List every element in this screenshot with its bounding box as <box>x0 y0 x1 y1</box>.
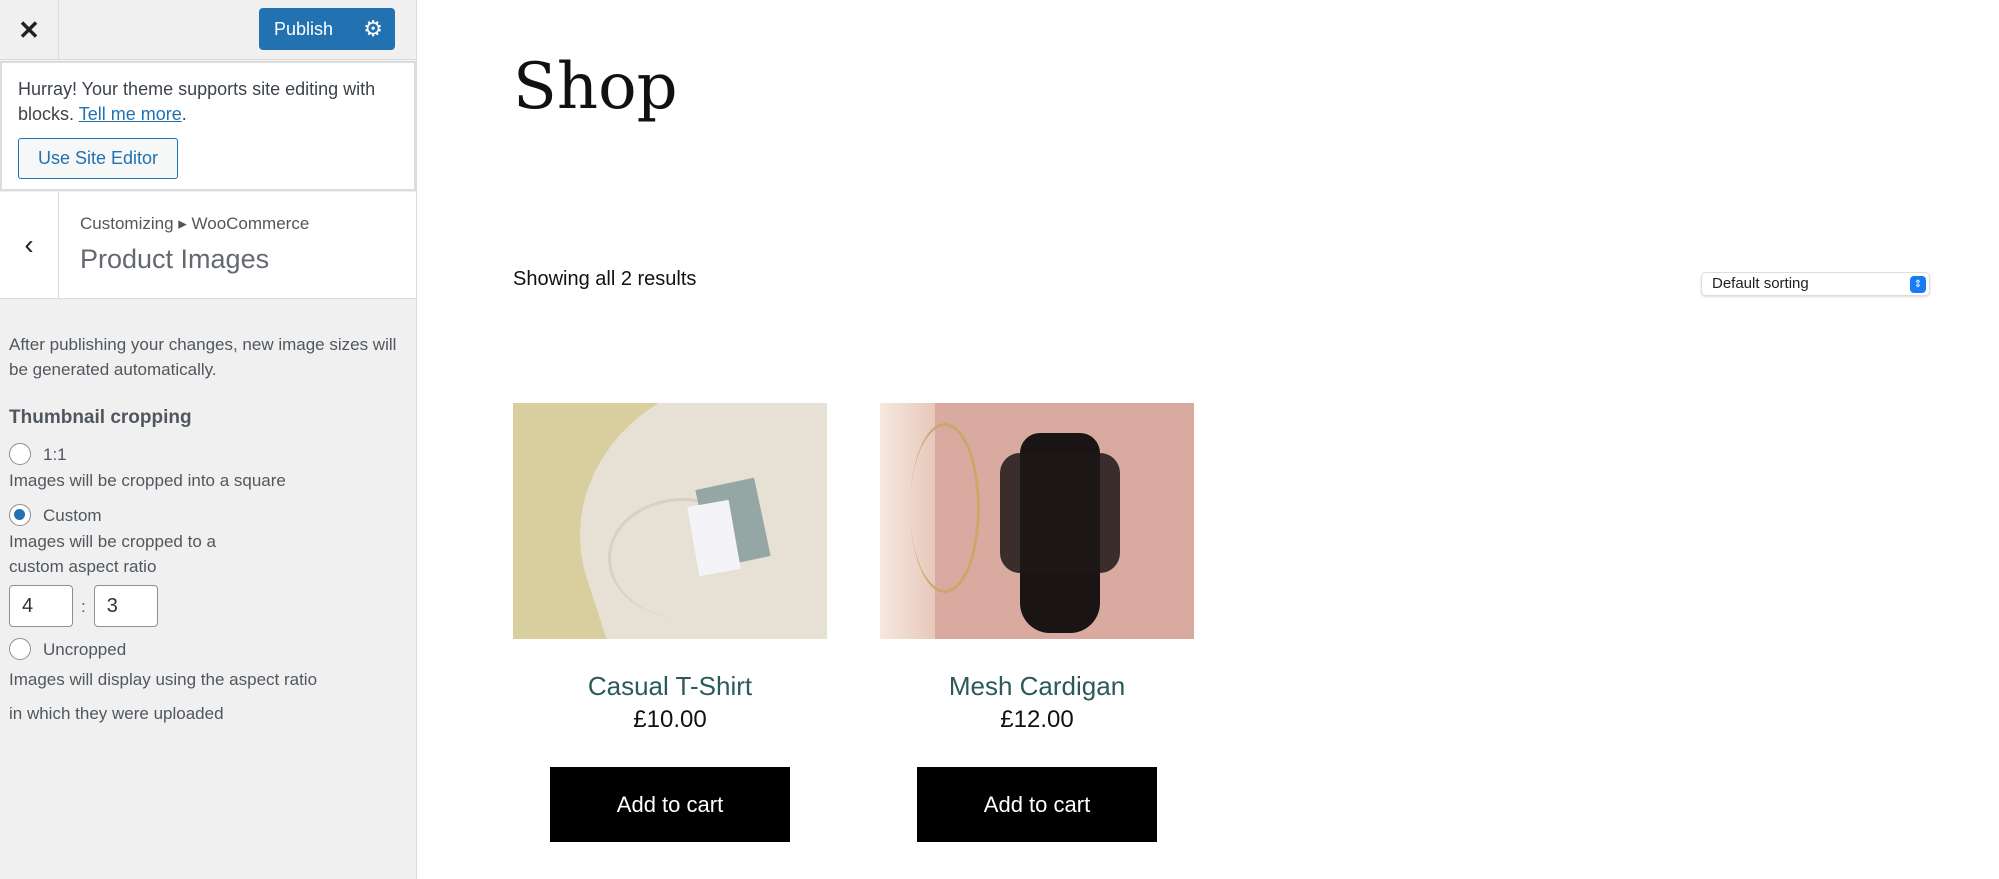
ratio-height-input[interactable] <box>93 585 158 627</box>
radio-custom[interactable]: Custom <box>9 501 409 529</box>
back-chevron-icon[interactable]: ‹ <box>0 192 59 298</box>
option-description: Images will be cropped into a square <box>9 471 286 490</box>
section-header: ‹ Customizing ▸ WooCommerce Product Imag… <box>0 192 416 299</box>
product-images-panel: After publishing your changes, new image… <box>9 332 409 731</box>
radio-button[interactable] <box>9 638 31 660</box>
product-price: £12.00 <box>1000 706 1074 733</box>
product-name[interactable]: Mesh Cardigan <box>880 671 1194 702</box>
product-name[interactable]: Casual T-Shirt <box>513 671 827 702</box>
radio-button-selected[interactable] <box>9 504 31 526</box>
panel-description: After publishing your changes, new image… <box>9 335 397 379</box>
product-image[interactable] <box>513 403 827 639</box>
product-card: Mesh Cardigan £12.00 Add to cart <box>880 403 1194 842</box>
site-editor-notice: Hurray! Your theme supports site editing… <box>0 61 416 191</box>
publish-button[interactable]: Publish ⚙ <box>259 8 395 50</box>
notice-text: Hurray! Your theme supports site editing… <box>18 79 376 124</box>
section-title: Product Images <box>80 244 270 274</box>
product-price: £10.00 <box>633 706 707 733</box>
page-title: Shop <box>513 50 678 124</box>
use-site-editor-button[interactable]: Use Site Editor <box>18 138 178 179</box>
option-label: Custom <box>43 505 102 525</box>
result-count: Showing all 2 results <box>513 268 697 290</box>
site-preview: Shop Showing all 2 results Default sorti… <box>418 0 1999 879</box>
option-description: Images will display using the aspect rat… <box>9 670 318 723</box>
sorting-select[interactable]: Default sorting ⇕ <box>1701 272 1930 296</box>
select-arrows-icon: ⇕ <box>1910 276 1926 293</box>
sorting-value: Default sorting <box>1712 275 1809 292</box>
add-to-cart-button[interactable]: Add to cart <box>917 767 1157 842</box>
gear-icon[interactable]: ⚙ <box>363 16 383 42</box>
radio-uncropped[interactable]: Uncropped <box>9 635 409 663</box>
option-description: Images will be cropped to a custom aspec… <box>9 532 216 576</box>
breadcrumb: Customizing ▸ WooCommerce <box>80 214 310 233</box>
option-label: 1:1 <box>43 444 67 464</box>
close-icon[interactable]: ✕ <box>0 0 59 60</box>
notice-period: . <box>181 104 187 124</box>
ratio-separator: : <box>81 596 86 616</box>
product-image[interactable] <box>880 403 1194 639</box>
radio-button[interactable] <box>9 443 31 465</box>
add-to-cart-button[interactable]: Add to cart <box>550 767 790 842</box>
ratio-width-input[interactable] <box>9 585 73 627</box>
publish-label: Publish <box>274 18 334 39</box>
aspect-ratio-inputs: : <box>9 585 409 627</box>
radio-1-1[interactable]: 1:1 <box>9 440 409 468</box>
customizer-sidebar: ✕ Publish ⚙ Hurray! Your theme supports … <box>0 0 417 879</box>
option-label: Uncropped <box>43 639 127 659</box>
tell-me-more-link[interactable]: Tell me more <box>79 104 182 124</box>
product-card: Casual T-Shirt £10.00 Add to cart <box>513 403 827 842</box>
customizer-header: ✕ Publish ⚙ <box>0 0 416 60</box>
thumbnail-cropping-heading: Thumbnail cropping <box>9 407 192 428</box>
